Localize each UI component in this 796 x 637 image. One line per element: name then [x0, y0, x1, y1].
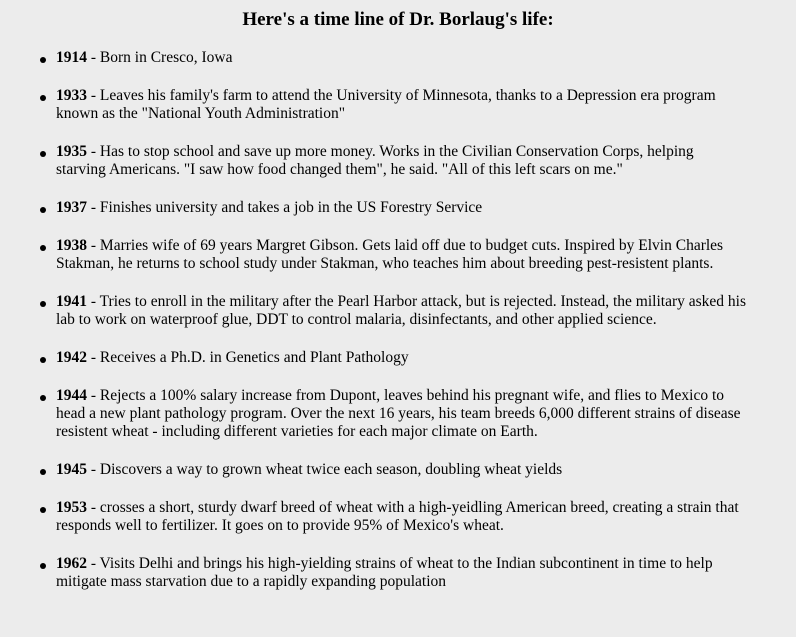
timeline-text: - Receives a Ph.D. in Genetics and Plant…: [87, 349, 409, 366]
timeline-item-1962: 1962 - Visits Delhi and brings his high-…: [40, 555, 746, 591]
timeline-text: - crosses a short, sturdy dwarf breed of…: [56, 499, 739, 534]
timeline-text: - Has to stop school and save up more mo…: [56, 143, 694, 178]
timeline-item-1942: 1942 - Receives a Ph.D. in Genetics and …: [40, 349, 746, 367]
timeline-year: 1938: [56, 237, 87, 254]
timeline-text: - Tries to enroll in the military after …: [56, 293, 746, 328]
timeline-year: 1914: [56, 49, 87, 66]
page-title: Here's a time line of Dr. Borlaug's life…: [242, 9, 554, 30]
timeline-text: - Finishes university and takes a job in…: [87, 199, 483, 216]
timeline-year: 1953: [56, 499, 87, 516]
timeline-text: - Discovers a way to grown wheat twice e…: [87, 461, 563, 478]
bullet-icon: [40, 57, 46, 63]
bullet-icon: [40, 469, 46, 475]
timeline-year: 1945: [56, 461, 87, 478]
bullet-icon: [40, 207, 46, 213]
timeline-year: 1937: [56, 199, 87, 216]
timeline-year: 1935: [56, 143, 87, 160]
bullet-icon: [40, 563, 46, 569]
bullet-icon: [40, 151, 46, 157]
timeline-item-1944: 1944 - Rejects a 100% salary increase fr…: [40, 387, 746, 441]
bullet-icon: [40, 507, 46, 513]
timeline-text: - Leaves his family's farm to attend the…: [56, 87, 716, 122]
timeline-text: - Marries wife of 69 years Margret Gibso…: [56, 237, 724, 272]
timeline-year: 1941: [56, 293, 87, 310]
timeline-item-1938: 1938 - Marries wife of 69 years Margret …: [40, 237, 746, 273]
timeline-item-1945: 1945 - Discovers a way to grown wheat tw…: [40, 461, 746, 479]
bullet-icon: [40, 95, 46, 101]
timeline-year: 1942: [56, 349, 87, 366]
timeline-item-1914: 1914 - Born in Cresco, Iowa: [40, 49, 746, 67]
bullet-icon: [40, 357, 46, 363]
timeline-year: 1944: [56, 387, 87, 404]
timeline-year: 1933: [56, 87, 87, 104]
timeline-text: - Rejects a 100% salary increase from Du…: [56, 387, 741, 440]
timeline-item-1937: 1937 - Finishes university and takes a j…: [40, 199, 746, 217]
timeline-list: 1914 - Born in Cresco, Iowa 1933 - Leave…: [40, 49, 746, 611]
timeline-item-1953: 1953 - crosses a short, sturdy dwarf bre…: [40, 499, 746, 535]
timeline-text: - Visits Delhi and brings his high-yield…: [56, 555, 713, 590]
timeline-text: - Born in Cresco, Iowa: [87, 49, 233, 66]
timeline-item-1935: 1935 - Has to stop school and save up mo…: [40, 143, 746, 179]
timeline-item-1941: 1941 - Tries to enroll in the military a…: [40, 293, 746, 329]
bullet-icon: [40, 245, 46, 251]
bullet-icon: [40, 395, 46, 401]
timeline-item-1933: 1933 - Leaves his family's farm to atten…: [40, 87, 746, 123]
timeline-year: 1962: [56, 555, 87, 572]
bullet-icon: [40, 301, 46, 307]
